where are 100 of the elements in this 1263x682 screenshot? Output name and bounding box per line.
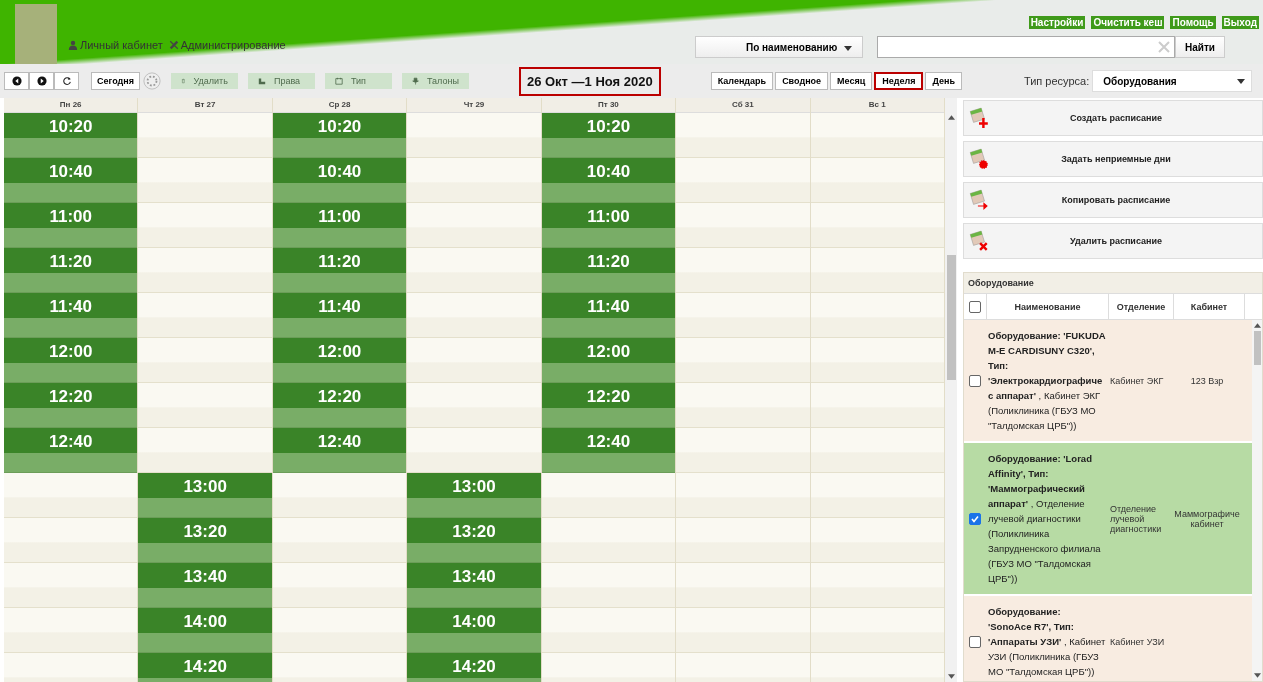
scrollbar[interactable] xyxy=(1252,320,1262,681)
calendar-cell[interactable] xyxy=(676,518,810,563)
view-tab[interactable]: День xyxy=(925,72,962,90)
refresh-button[interactable] xyxy=(54,72,79,90)
calendar-cell[interactable] xyxy=(407,203,541,248)
view-tab[interactable]: Сводное xyxy=(775,72,829,90)
calendar-cell[interactable] xyxy=(810,158,944,203)
calendar-cell[interactable] xyxy=(4,518,138,563)
calendar-cell[interactable] xyxy=(676,158,810,203)
row-checkbox[interactable] xyxy=(969,512,981,525)
select-all-checkbox[interactable] xyxy=(969,300,981,313)
scroll-thumb[interactable] xyxy=(946,255,956,380)
calendar-cell[interactable] xyxy=(810,293,944,338)
calendar-cell[interactable] xyxy=(138,293,272,338)
calendar-cell[interactable] xyxy=(676,428,810,473)
calendar-arrow-icon xyxy=(968,189,990,211)
calendar-cell[interactable] xyxy=(810,248,944,293)
schedule-action-button[interactable]: Копировать расписание xyxy=(963,182,1263,218)
day-header: Сб 31 xyxy=(676,98,810,113)
calendar-cell[interactable] xyxy=(810,473,944,518)
schedule-action-button[interactable]: Удалить расписание xyxy=(963,223,1263,259)
calendar-cell[interactable] xyxy=(272,563,407,608)
top-link[interactable]: Выход xyxy=(1221,16,1259,29)
calendar-cell[interactable] xyxy=(810,383,944,428)
previous-button[interactable] xyxy=(4,72,29,90)
calendar-cell[interactable] xyxy=(138,338,272,383)
calendar-cell[interactable] xyxy=(138,383,272,428)
calendar-cell[interactable] xyxy=(676,608,810,653)
equipment-row[interactable]: Оборудование: 'FUKUDA M-E CARDISUNY C320', Тип: 'Электрокардиографичес аппарат' , Кабинет ЭКГ (Поликлиника (ГБУЗ МО "Талдомская ЦРБ")) Кабинет ЭКГ 123 Взр xyxy=(964,320,1252,443)
calendar-cell[interactable] xyxy=(810,608,944,653)
calendar-cell[interactable] xyxy=(676,248,810,293)
scrollbar[interactable] xyxy=(945,98,957,682)
row-checkbox[interactable] xyxy=(969,635,981,648)
equipment-row[interactable] xyxy=(964,443,1252,596)
calendar-cell[interactable] xyxy=(810,563,944,608)
calendar-cell[interactable] xyxy=(676,473,810,518)
calendar-cell[interactable] xyxy=(407,428,541,473)
top-link[interactable]: Очистить кеш xyxy=(1091,16,1165,29)
calendar-cell[interactable] xyxy=(541,518,676,563)
search-field[interactable] xyxy=(877,36,1175,58)
calendar-cell[interactable] xyxy=(676,563,810,608)
calendar-cell[interactable] xyxy=(407,113,541,158)
calendar-cell[interactable] xyxy=(272,608,407,653)
scroll-up-icon[interactable] xyxy=(1253,323,1261,328)
search-mode-dropdown[interactable]: По наименованию xyxy=(695,36,863,58)
header-link[interactable]: Администрирование xyxy=(168,39,286,51)
schedule-action-button[interactable]: Задать неприемные дни xyxy=(963,141,1263,177)
calendar-cell[interactable] xyxy=(541,608,676,653)
calendar-cell[interactable] xyxy=(810,113,944,158)
calendar-cell[interactable] xyxy=(407,248,541,293)
caret-icon xyxy=(844,45,852,51)
calendar-cell[interactable] xyxy=(407,293,541,338)
top-link[interactable]: Помощь xyxy=(1170,16,1216,29)
view-tab[interactable]: Месяц xyxy=(830,72,873,90)
calendar-plus-icon xyxy=(968,107,990,129)
scroll-down-icon[interactable] xyxy=(947,674,955,679)
calendar-cell[interactable] xyxy=(810,428,944,473)
calendar-cell[interactable] xyxy=(676,383,810,428)
calendar-cell[interactable] xyxy=(676,113,810,158)
row-checkbox[interactable] xyxy=(969,374,981,387)
schedule-action-button[interactable]: Создать расписание xyxy=(963,100,1263,136)
calendar-cell[interactable] xyxy=(4,608,138,653)
scroll-thumb[interactable] xyxy=(1253,331,1261,365)
header-link[interactable]: Личный кабинет xyxy=(68,39,163,51)
scroll-up-icon[interactable] xyxy=(947,115,955,120)
column-header[interactable]: Кабинет xyxy=(1173,294,1244,319)
next-button[interactable] xyxy=(29,72,54,90)
calendar-cell[interactable] xyxy=(676,293,810,338)
calendar-cell[interactable] xyxy=(272,518,407,563)
calendar-cell[interactable] xyxy=(676,203,810,248)
calendar-cell[interactable] xyxy=(541,473,676,518)
view-tab[interactable]: Неделя xyxy=(874,72,924,90)
equipment-row[interactable]: Оборудование: 'SonoAce R7', Тип: 'Аппараты УЗИ' , Кабинет УЗИ (Поликлиника (ГБУЗ МО "Талдомская ЦРБ")) Кабинет УЗИ xyxy=(964,596,1252,681)
resource-type-select[interactable]: Оборудования xyxy=(1092,70,1253,92)
column-header[interactable]: Отделение xyxy=(1108,294,1173,319)
top-link[interactable]: Настройки xyxy=(1028,16,1086,29)
calendar-cell[interactable] xyxy=(138,203,272,248)
calendar-cell[interactable] xyxy=(676,338,810,383)
calendar-cell[interactable] xyxy=(272,473,407,518)
scroll-down-icon[interactable] xyxy=(1253,673,1261,678)
calendar-cell[interactable] xyxy=(138,428,272,473)
calendar-cell[interactable] xyxy=(4,563,138,608)
equipment-name: Оборудование: 'FUKUDA M-E CARDISUNY C320', Тип: 'Электрокардиографичес аппарат' , Кабинет ЭКГ (Поликлиника (ГБУЗ МО "Талдомская ЦРБ")) xyxy=(988,329,1106,433)
calendar-cell[interactable] xyxy=(810,338,944,383)
calendar-cell[interactable] xyxy=(407,158,541,203)
view-tab[interactable]: Календарь xyxy=(710,72,774,90)
calendar-cell[interactable] xyxy=(541,563,676,608)
calendar-cell[interactable] xyxy=(810,203,944,248)
calendar-cell[interactable] xyxy=(810,518,944,563)
equipment-name: Оборудование: 'Lorad Affinity', Тип: 'Маммографический аппарат' , Отделение лучевой диагностики (Поликлиника Запрудненского филиала (ГБУЗ МО "Талдомская ЦРБ")) xyxy=(988,452,1102,586)
clear-icon[interactable] xyxy=(1158,41,1170,53)
find-button[interactable]: Найти xyxy=(1175,36,1225,58)
calendar-cell[interactable] xyxy=(138,113,272,158)
calendar-cell[interactable] xyxy=(407,338,541,383)
calendar-cell[interactable] xyxy=(138,158,272,203)
calendar-cell[interactable] xyxy=(138,248,272,293)
calendar-cell[interactable] xyxy=(407,383,541,428)
calendar-cell[interactable] xyxy=(4,473,138,518)
column-header[interactable]: Наименование xyxy=(986,294,1108,319)
today-button[interactable]: Сегодня xyxy=(91,72,140,90)
